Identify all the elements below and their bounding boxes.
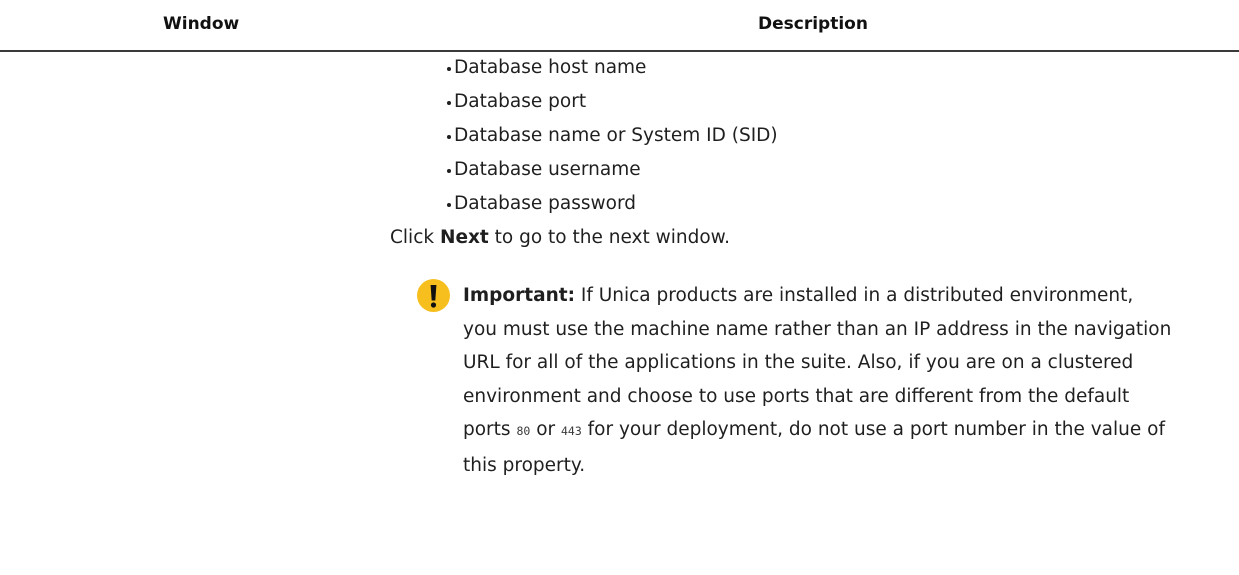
column-header-window: Window — [163, 14, 240, 34]
note-label: Important: — [463, 285, 575, 306]
next-keyword: Next — [439, 227, 489, 248]
list-item: Database username — [447, 153, 1190, 187]
note-text-part-1: If Unica products are installed in a dis… — [463, 285, 1172, 440]
port-80-code: 80 — [516, 424, 531, 438]
exclamation-icon — [417, 279, 450, 312]
instruction-prefix: Click — [390, 227, 440, 248]
description-cell: Database host name Database port Databas… — [390, 51, 1190, 482]
column-header-description: Description — [758, 14, 868, 34]
instruction-suffix: to go to the next window. — [488, 227, 730, 248]
list-item: Database password — [447, 187, 1190, 221]
note-text-part-2: or — [530, 419, 561, 440]
table-header: Window Description — [0, 0, 1239, 52]
list-item: Database port — [447, 85, 1190, 119]
port-443-code: 443 — [561, 424, 582, 438]
list-item: Database name or System ID (SID) — [447, 119, 1190, 153]
database-fields-list: Database host name Database port Databas… — [390, 51, 1190, 221]
list-item: Database host name — [447, 51, 1190, 85]
next-instruction: Click Next to go to the next window. — [390, 221, 1190, 255]
important-note: Important: If Unica products are install… — [390, 279, 1173, 482]
